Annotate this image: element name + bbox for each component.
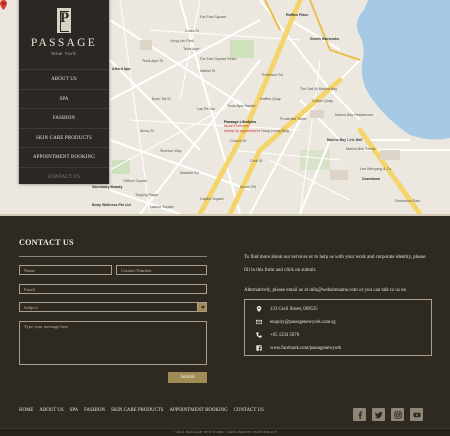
contact-number-field[interactable]: Contact Number xyxy=(116,265,207,275)
map-label: Telok Ayer St xyxy=(142,59,163,63)
footer-nav: HOME ABOUT US SPA FASHION SKIN CARE PROD… xyxy=(19,408,270,413)
facebook-icon[interactable] xyxy=(353,408,366,421)
contact-intro: To find more about our services or to he… xyxy=(244,252,434,278)
nav-item-contact-us[interactable]: CONTACT US xyxy=(19,166,109,187)
map-label: Capitol Square xyxy=(200,197,224,201)
facebook-glyph-icon xyxy=(357,411,362,419)
youtube-icon[interactable] xyxy=(410,408,423,421)
message-textarea[interactable]: Type your message here xyxy=(19,321,207,365)
name-field[interactable]: Name xyxy=(19,265,112,275)
marker-subtitle: strictly by appointment xyxy=(224,128,260,133)
footer-link-about-us[interactable]: ABOUT US xyxy=(39,408,63,413)
phone-row[interactable]: +65 1234 5678 xyxy=(256,331,299,339)
title-divider xyxy=(19,256,207,257)
logo-mark-icon xyxy=(57,8,71,33)
envelope-icon xyxy=(256,319,262,325)
address-row: 133 Cecil Street, 069535 xyxy=(256,305,318,313)
phone-text[interactable]: +65 1234 5678 xyxy=(270,333,299,338)
intro-line: To find more about our services or to he… xyxy=(244,255,426,260)
footer-link-skin-care-products[interactable]: SKIN CARE PRODUCTS xyxy=(111,408,163,413)
map-label: Lau Pa Sat xyxy=(197,107,215,111)
map-label: Anson Rd xyxy=(240,185,256,189)
email-text[interactable]: enquiry@passagenewyork.com.sg xyxy=(270,320,336,325)
facebook-row[interactable]: www.facebook.com/passagenewyork xyxy=(256,344,341,352)
map-label: Cecil St xyxy=(250,159,263,163)
map-label: Downtown xyxy=(362,177,381,181)
address-text: 133 Cecil Street, 069535 xyxy=(270,306,318,312)
facebook-text[interactable]: www.facebook.com/passagenewyork xyxy=(270,346,341,351)
map-label: Prudential Tower xyxy=(280,117,307,121)
map-label: Robinson Rd xyxy=(262,73,283,77)
instagram-glyph-icon xyxy=(393,410,402,419)
map-label: Raffles Quay xyxy=(260,97,281,101)
submit-button[interactable]: Submit xyxy=(168,372,207,383)
map-label: Hong Lim Park xyxy=(170,39,194,43)
contact-intro-alt: Alternatively, please email us at info@w… xyxy=(244,288,407,293)
map-label: Marina Bay Link Mall xyxy=(327,138,363,142)
contact-title: CONTACT US xyxy=(19,238,74,247)
email-row[interactable]: enquiry@passagenewyork.com.sg xyxy=(256,318,336,326)
map-label: Hong Leong Bldg xyxy=(261,129,289,133)
nav-item-about-us[interactable]: ABOUT US xyxy=(19,69,109,89)
instagram-icon[interactable] xyxy=(391,408,404,421)
copyright-text: © 2014 PASSAGE NEW YORK | DATA PROTECTIO… xyxy=(0,428,450,436)
map-label: Marina Bay Residences xyxy=(335,113,373,117)
map-label: Market St xyxy=(200,69,216,73)
map-label: Collyer Quay xyxy=(312,99,333,103)
nav-item-skin-care-products[interactable]: SKIN CARE PRODUCTS xyxy=(19,127,109,148)
intro-line: fill in this form and click on submit. xyxy=(244,267,317,273)
twitter-glyph-icon xyxy=(374,411,383,418)
map-label: Labour Square xyxy=(150,205,174,209)
nav-item-fashion[interactable]: FASHION xyxy=(19,108,109,128)
map-label: Far East Square Resto xyxy=(200,57,237,61)
nav-item-spa[interactable]: SPA xyxy=(19,88,109,109)
contact-info-panel: 133 Cecil Street, 069535 enquiry@passage… xyxy=(244,299,432,356)
map-marker-icon[interactable] xyxy=(0,0,7,10)
map-label: Lee Wenyang & Co xyxy=(360,167,392,171)
location-pin-icon xyxy=(256,306,262,312)
nav-item-appointment-booking[interactable]: APPOINTMENT BOOKING xyxy=(19,147,109,167)
footer-link-appointment-booking[interactable]: APPOINTMENT BOOKING xyxy=(169,408,227,413)
footer-link-spa[interactable]: SPA xyxy=(70,408,79,413)
map-label: Marina Bay Sands xyxy=(346,147,376,151)
map-label: Maxwell Rd xyxy=(180,171,199,175)
email-field[interactable]: Email xyxy=(19,284,207,294)
twitter-icon[interactable] xyxy=(372,408,385,421)
map-label: Telok Ayer Market xyxy=(227,104,256,108)
footer-link-contact-us[interactable]: CONTACT US xyxy=(234,408,264,413)
brand-logo[interactable]: PASSAGE New York xyxy=(19,0,109,67)
map-label: Far East Square xyxy=(200,15,227,19)
footer: HOME ABOUT US SPA FASHION SKIN CARE PROD… xyxy=(0,393,450,436)
map-label: Boon Tat St xyxy=(152,97,171,101)
map-label: Afford Spa xyxy=(112,67,131,71)
sidebar: PASSAGE New York ABOUT US SPA FASHION SK… xyxy=(19,0,109,184)
subject-select[interactable]: Subject xyxy=(19,302,198,312)
map-marker-info: Passage Lifestyles facial treatment stri… xyxy=(224,120,260,133)
map-label: Tanjong Pagar xyxy=(135,193,159,197)
contact-section: CONTACT US Name Contact Number Email Sub… xyxy=(0,214,450,393)
map-label: Body Wellness Pte Ltd xyxy=(92,203,131,207)
chevron-down-icon[interactable] xyxy=(197,302,207,312)
footer-link-fashion[interactable]: FASHION xyxy=(84,408,105,413)
footer-link-home[interactable]: HOME xyxy=(19,408,33,413)
map-label: Cross St xyxy=(185,29,199,33)
map-label: Church St xyxy=(230,139,246,143)
sidebar-nav: ABOUT US SPA FASHION SKIN CARE PRODUCTS … xyxy=(19,69,109,186)
map-label: Amoy St xyxy=(140,129,154,133)
facebook-icon xyxy=(256,345,262,351)
map-label: The Sail @ Marina Bay xyxy=(300,87,338,91)
map-label: Downtown East xyxy=(395,199,420,203)
map-label: Clifford Square xyxy=(123,179,147,183)
brand-tagline: New York xyxy=(51,51,77,56)
youtube-glyph-icon xyxy=(412,412,421,417)
map-label: Sanctuary Beauty xyxy=(92,185,123,189)
map-label: Zenith Hairworks xyxy=(310,37,340,41)
map-label: Shenton Way xyxy=(160,149,182,153)
brand-name: PASSAGE xyxy=(30,37,98,49)
map-label: Telok Ayer xyxy=(183,47,200,51)
phone-icon xyxy=(256,332,262,338)
map-label: Raffles Place xyxy=(286,13,309,17)
